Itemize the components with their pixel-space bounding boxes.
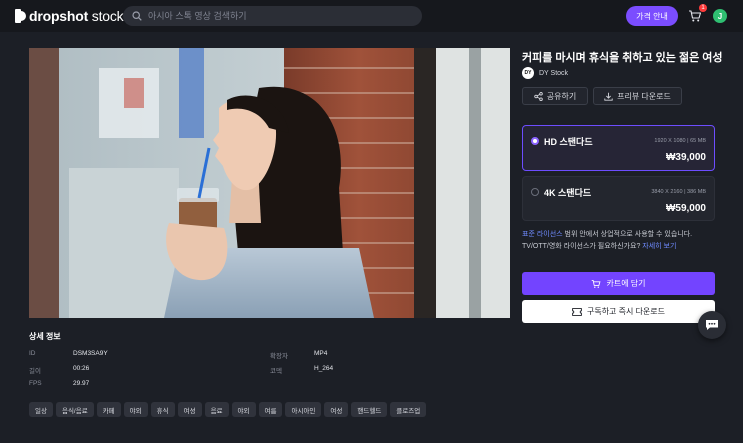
add-to-cart-label: 카트에 담기 <box>606 279 646 288</box>
option-price: ₩39,000 <box>665 152 706 163</box>
option-spec: 1920 X 1080 | 65 MB <box>654 138 706 144</box>
option-4k-standard[interactable]: 4K 스탠다드 3840 X 2160 | 386 MB ₩59,000 <box>522 176 715 221</box>
share-button[interactable]: 공유하기 <box>522 87 588 105</box>
tag-list: 일상 음식/음료 카페 야외 휴식 여성 음료 야외 여름 아시아인 여성 핸드… <box>29 402 427 417</box>
add-to-cart-button[interactable]: 카트에 담기 <box>522 272 715 295</box>
search-icon <box>132 11 142 21</box>
detail-label-codec: 코덱 <box>270 368 282 375</box>
tag-chip[interactable]: 일상 <box>29 402 53 417</box>
detail-label-duration: 길이 <box>29 368 41 375</box>
detail-value-fps: 29.97 <box>73 380 90 387</box>
tag-chip[interactable]: 휴식 <box>150 402 175 417</box>
detail-value-id: DSM3SA9Y <box>73 350 108 357</box>
option-hd-standard[interactable]: HD 스탠다드 1920 X 1080 | 65 MB ₩39,000 <box>522 125 715 171</box>
tag-chip[interactable]: 여성 <box>324 402 349 417</box>
top-header: dropshot stock 가격 안내 1 J <box>0 0 743 32</box>
product-title: 커피를 마시며 휴식을 취하고 있는 젊은 여성 <box>522 52 723 64</box>
tag-chip[interactable]: 아시아인 <box>285 402 322 417</box>
detail-value-extension: MP4 <box>314 350 328 357</box>
tag-chip[interactable]: 야외 <box>123 402 148 417</box>
detail-label-fps: FPS <box>29 380 42 387</box>
author-name: DY Stock <box>539 69 569 77</box>
logo-mark-icon <box>15 9 26 23</box>
detail-value-duration: 00:26 <box>73 365 90 372</box>
option-price: ₩59,000 <box>665 203 706 214</box>
standard-license-link[interactable]: 표준 라이선스 <box>522 231 563 238</box>
tag-chip[interactable]: 음료 <box>204 402 229 417</box>
ticket-icon <box>572 307 582 316</box>
user-avatar[interactable]: J <box>713 9 727 23</box>
video-preview[interactable] <box>29 48 510 318</box>
notice-text-2: TV/OTT/영화 라이선스가 필요하신가요? <box>522 243 643 250</box>
download-icon <box>604 92 613 101</box>
subscribe-download-button[interactable]: 구독하고 즉시 다운로드 <box>522 300 715 323</box>
dropshot-logo[interactable]: dropshot stock <box>15 8 124 24</box>
tag-chip[interactable]: 클로즈업 <box>390 402 427 417</box>
option-spec: 3840 X 2160 | 386 MB <box>651 189 706 195</box>
details-title: 상세 정보 <box>29 332 61 341</box>
option-name: HD 스탠다드 <box>544 137 593 147</box>
chat-button[interactable] <box>698 311 726 339</box>
preview-download-label: 프리뷰 다운로드 <box>617 91 671 101</box>
subscribe-download-label: 구독하고 즉시 다운로드 <box>586 307 666 316</box>
chat-icon <box>706 320 718 330</box>
cart-icon <box>592 279 601 288</box>
logo-bold-text: dropshot <box>29 8 89 24</box>
detail-value-codec: H_264 <box>314 365 334 372</box>
search-bar[interactable] <box>123 6 422 26</box>
license-notice: 표준 라이선스 범위 안에서 상업적으로 사용할 수 있습니다. TV/OTT/… <box>522 229 722 253</box>
tag-chip[interactable]: 핸드헬드 <box>351 402 388 417</box>
tag-chip[interactable]: 음식/음료 <box>55 402 94 417</box>
tag-chip[interactable]: 카페 <box>96 402 121 417</box>
pricing-button[interactable]: 가격 안내 <box>626 6 678 26</box>
share-label: 공유하기 <box>546 91 577 101</box>
detail-label-extension: 확장자 <box>270 353 288 360</box>
logo-thin-text: stock <box>91 8 124 24</box>
cart-count-badge: 1 <box>699 4 707 12</box>
more-info-link[interactable]: 자세히 보기 <box>642 243 676 250</box>
preview-download-button[interactable]: 프리뷰 다운로드 <box>593 87 682 105</box>
tag-chip[interactable]: 여성 <box>177 402 202 417</box>
option-name: 4K 스탠다드 <box>544 188 592 198</box>
notice-text-1: 범위 안에서 상업적으로 사용할 수 있습니다. <box>562 231 693 238</box>
detail-label-id: ID <box>29 350 36 357</box>
author-logo-icon: DY <box>522 67 534 79</box>
radio-selected[interactable] <box>531 137 539 145</box>
tag-chip[interactable]: 야외 <box>231 402 256 417</box>
share-icon <box>534 91 543 101</box>
author-info[interactable]: DY DY Stock <box>522 67 568 79</box>
tag-chip[interactable]: 여름 <box>258 402 283 417</box>
search-input[interactable] <box>148 11 408 21</box>
preview-photo <box>29 48 510 318</box>
radio-unselected[interactable] <box>531 188 539 196</box>
